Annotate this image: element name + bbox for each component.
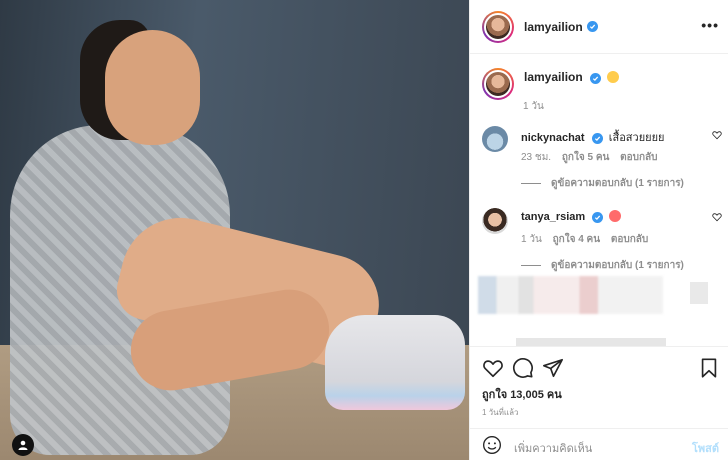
commenter-avatar[interactable] <box>482 126 508 152</box>
verified-badge-icon <box>586 21 598 32</box>
post-side-panel: lamyailion ••• lamyailion 1 วัน nickynac… <box>469 0 728 460</box>
post-photo[interactable] <box>0 0 469 460</box>
blurred-comment-heart <box>690 282 708 304</box>
heart-eyes-emoji-icon <box>609 210 622 222</box>
kiss-emoji-icon <box>607 71 620 83</box>
like-heart-icon[interactable] <box>482 357 504 379</box>
comment-input[interactable]: เพิ่มความคิดเห็น <box>514 439 592 457</box>
tagged-user-icon[interactable] <box>12 434 34 456</box>
photo-face <box>105 30 200 145</box>
save-bookmark-icon[interactable] <box>698 357 720 379</box>
verified-badge-icon <box>592 212 604 223</box>
verified-badge-icon <box>591 133 603 144</box>
post-header: lamyailion ••• <box>470 0 728 54</box>
caption-avatar[interactable] <box>482 68 514 100</box>
share-paper-plane-icon[interactable] <box>542 357 564 379</box>
comment-time: 1 วัน <box>521 234 542 245</box>
photo-sneaker <box>325 315 465 410</box>
caption-username[interactable]: lamyailion <box>524 70 583 84</box>
post-time: 1 วันที่แล้ว <box>482 408 519 417</box>
commenter-avatar[interactable] <box>482 208 508 234</box>
reply-button[interactable]: ตอบกลับ <box>620 152 657 163</box>
caption: lamyailion <box>482 68 620 100</box>
reply-button[interactable]: ตอบกลับ <box>611 234 648 245</box>
caption-time: 1 วัน <box>523 101 544 112</box>
view-replies-button[interactable]: ดูข้อความตอบกลับ (1 รายการ) <box>521 258 684 273</box>
blurred-replies-line <box>516 338 666 346</box>
author-username[interactable]: lamyailion <box>524 20 583 34</box>
comment-likes[interactable]: ถูกใจ 4 คน <box>553 234 601 245</box>
add-comment-bar: เพิ่มความคิดเห็น โพสต์ <box>470 428 728 460</box>
comment-bubble-icon[interactable] <box>512 357 534 379</box>
comment-text: เสื้อสวยยยย <box>608 132 665 144</box>
view-replies-button[interactable]: ดูข้อความตอบกลับ (1 รายการ) <box>521 176 684 191</box>
post-actions: ถูกใจ 13,005 คน 1 วันที่แล้ว <box>470 346 728 428</box>
commenter-username[interactable]: nickynachat <box>521 132 585 144</box>
comments-list[interactable]: lamyailion 1 วัน nickynachat เสื้อสวยยยย… <box>470 54 728 346</box>
verified-badge-icon <box>590 73 602 84</box>
author-avatar[interactable] <box>482 10 514 43</box>
like-comment-heart-icon[interactable] <box>712 212 722 222</box>
like-comment-heart-icon[interactable] <box>712 130 722 140</box>
comment-time: 23 ชม. <box>521 152 552 163</box>
commenter-username[interactable]: tanya_rsiam <box>521 211 585 223</box>
blurred-comment <box>478 276 663 314</box>
post-comment-button[interactable]: โพสต์ <box>692 439 719 457</box>
comment-likes[interactable]: ถูกใจ 5 คน <box>562 152 610 163</box>
likes-count[interactable]: ถูกใจ 13,005 คน <box>482 385 562 403</box>
emoji-smile-icon[interactable] <box>482 435 502 455</box>
more-options-button[interactable]: ••• <box>701 17 719 33</box>
